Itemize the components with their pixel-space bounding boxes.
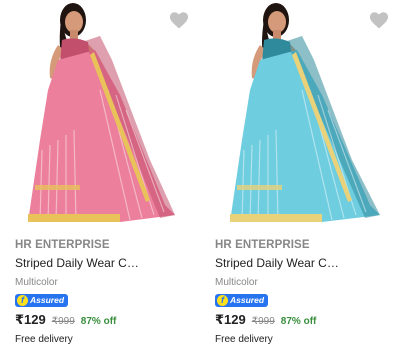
product-grid: HR ENTERPRISE Striped Daily Wear Cotto..… [0, 0, 400, 345]
saree-model-illustration [230, 3, 380, 223]
assured-badge: f Assured [215, 294, 269, 307]
heart-icon[interactable] [368, 10, 390, 30]
brand-name: HR ENTERPRISE [215, 239, 310, 251]
heart-icon[interactable] [168, 10, 190, 30]
product-info: HR ENTERPRISE Striped Daily Wear Cotto..… [215, 236, 395, 346]
color-variant: Multicolor [215, 277, 258, 288]
product-card[interactable]: HR ENTERPRISE Striped Daily Wear Cotto..… [200, 0, 400, 345]
selling-price: ₹129 [215, 312, 246, 327]
product-image[interactable] [200, 0, 400, 230]
color-variant: Multicolor [15, 277, 58, 288]
selling-price: ₹129 [15, 312, 46, 327]
delivery-info: Free delivery [15, 334, 73, 345]
discount-percent: 87% off [280, 316, 317, 327]
assured-logo-icon: f [17, 295, 28, 306]
product-title[interactable]: Striped Daily Wear Cotto... [15, 256, 145, 271]
original-price: ₹999 [251, 316, 275, 327]
assured-label: Assured [30, 295, 65, 305]
product-title[interactable]: Striped Daily Wear Cotto... [215, 256, 345, 271]
assured-label: Assured [230, 295, 265, 305]
product-info: HR ENTERPRISE Striped Daily Wear Cotto..… [15, 236, 195, 346]
price-row: ₹129 ₹999 87% off [15, 312, 195, 328]
product-card[interactable]: HR ENTERPRISE Striped Daily Wear Cotto..… [0, 0, 200, 345]
discount-percent: 87% off [80, 316, 117, 327]
brand-name: HR ENTERPRISE [15, 239, 110, 251]
assured-logo-icon: f [217, 295, 228, 306]
product-image[interactable] [0, 0, 200, 230]
price-row: ₹129 ₹999 87% off [215, 312, 395, 328]
original-price: ₹999 [51, 316, 75, 327]
assured-badge: f Assured [15, 294, 69, 307]
saree-model-illustration [28, 3, 175, 223]
delivery-info: Free delivery [215, 334, 273, 345]
